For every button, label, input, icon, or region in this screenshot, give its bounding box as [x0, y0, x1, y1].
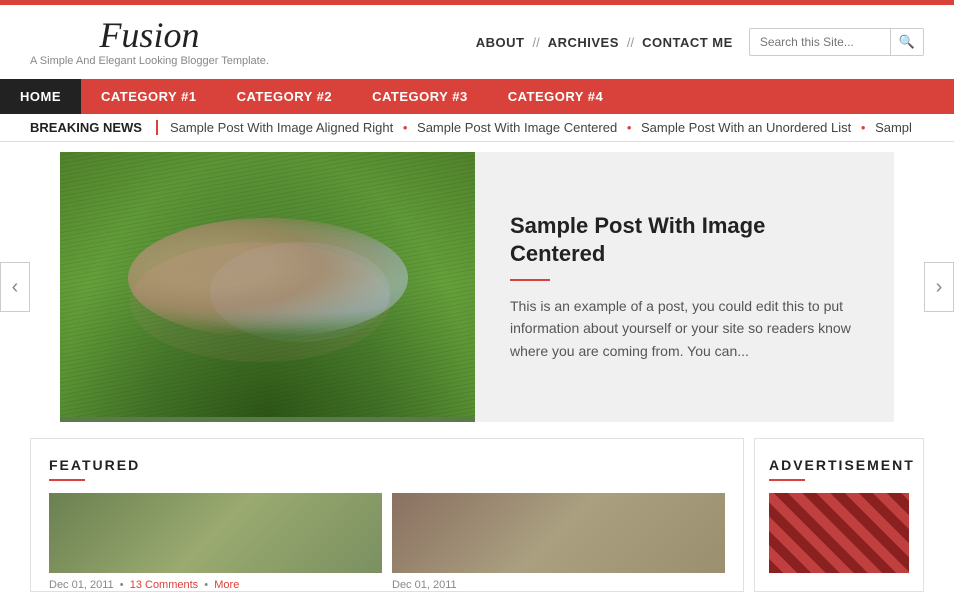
- breaking-news-bar: BREAKING NEWS Sample Post With Image Ali…: [0, 114, 954, 142]
- post-1-more[interactable]: More: [214, 579, 239, 591]
- post-1-date: Dec 01, 2011: [49, 579, 114, 591]
- ticker-item-2: Sample Post With Image Centered: [417, 120, 617, 135]
- featured-post-2: Dec 01, 2011: [392, 493, 725, 591]
- slider-wrapper: ‹: [30, 152, 924, 422]
- header-nav: ABOUT // ARCHIVES // CONTACT ME: [476, 35, 733, 50]
- advertisement-heading: ADVERTISEMENT: [769, 457, 909, 473]
- nav-sep-1: //: [532, 35, 539, 50]
- slider-section: Sample Post With Image Centered This is …: [60, 152, 894, 422]
- header: Fusion A Simple And Elegant Looking Blog…: [0, 5, 954, 79]
- slider-content: Sample Post With Image Centered This is …: [475, 152, 894, 422]
- nav-contact[interactable]: CONTACT ME: [642, 35, 733, 50]
- ticker-dot-2: •: [627, 120, 635, 135]
- nav-sep-2: //: [627, 35, 634, 50]
- nav-archives[interactable]: ARCHIVES: [548, 35, 619, 50]
- advertisement-section: ADVERTISEMENT: [754, 438, 924, 592]
- post-2-date: Dec 01, 2011: [392, 579, 457, 591]
- featured-post-meta-2: Dec 01, 2011: [392, 579, 725, 591]
- nav-bar: HOME CATEGORY #1 CATEGORY #2 CATEGORY #3…: [0, 79, 954, 114]
- ad-image: [769, 493, 909, 573]
- arrow-left[interactable]: ‹: [0, 262, 30, 312]
- ticker-dot-3: •: [861, 120, 869, 135]
- slider-divider: [510, 279, 550, 281]
- nav-item-cat2[interactable]: CATEGORY #2: [217, 79, 353, 114]
- nav-item-cat3[interactable]: CATEGORY #3: [352, 79, 488, 114]
- breaking-news-ticker: Sample Post With Image Aligned Right • S…: [170, 120, 912, 135]
- search-area: 🔍: [749, 28, 924, 56]
- logo-title: Fusion: [99, 17, 199, 53]
- ticker-item-1: Sample Post With Image Aligned Right: [170, 120, 393, 135]
- featured-heading-line: [49, 479, 85, 481]
- featured-posts: Dec 01, 2011 • 13 Comments • More Dec 01…: [49, 493, 725, 591]
- breaking-news-label: BREAKING NEWS: [0, 120, 158, 135]
- advertisement-heading-line: [769, 479, 805, 481]
- slider-excerpt: This is an example of a post, you could …: [510, 295, 859, 362]
- lower-section: FEATURED Dec 01, 2011 • 13 Comments • Mo…: [30, 438, 924, 592]
- featured-post-meta-1: Dec 01, 2011 • 13 Comments • More: [49, 579, 382, 591]
- search-button[interactable]: 🔍: [890, 29, 923, 55]
- grass-svg: [60, 152, 475, 417]
- slider-image-inner: [60, 152, 475, 417]
- featured-heading: FEATURED: [49, 457, 725, 473]
- ticker-dot-1: •: [403, 120, 411, 135]
- featured-post-img-1: [49, 493, 382, 573]
- logo-tagline: A Simple And Elegant Looking Blogger Tem…: [30, 55, 269, 67]
- nav-item-home[interactable]: HOME: [0, 79, 81, 114]
- featured-post-1: Dec 01, 2011 • 13 Comments • More: [49, 493, 382, 591]
- nav-about[interactable]: ABOUT: [476, 35, 525, 50]
- post-1-comments[interactable]: 13 Comments: [130, 579, 198, 591]
- arrow-right[interactable]: ›: [924, 262, 954, 312]
- slider-image: [60, 152, 475, 422]
- search-input[interactable]: [750, 30, 890, 54]
- slider-title: Sample Post With Image Centered: [510, 212, 859, 269]
- nav-item-cat4[interactable]: CATEGORY #4: [488, 79, 624, 114]
- nav-item-cat1[interactable]: CATEGORY #1: [81, 79, 217, 114]
- ticker-item-4: Sampl: [875, 120, 912, 135]
- ticker-item-3: Sample Post With an Unordered List: [641, 120, 851, 135]
- featured-post-img-2: [392, 493, 725, 573]
- logo-area: Fusion A Simple And Elegant Looking Blog…: [30, 17, 269, 67]
- featured-section: FEATURED Dec 01, 2011 • 13 Comments • Mo…: [30, 438, 744, 592]
- header-nav-area: ABOUT // ARCHIVES // CONTACT ME 🔍: [476, 28, 924, 56]
